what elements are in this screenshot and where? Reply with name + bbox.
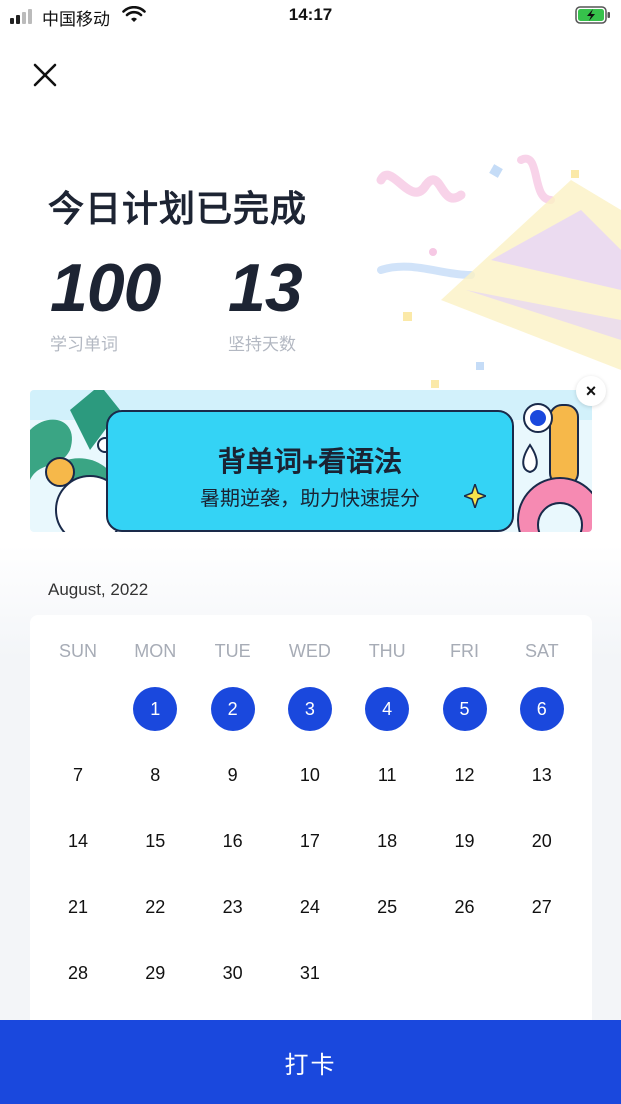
banner-subtitle: 暑期逆袭，助力快速提分 <box>200 488 420 510</box>
close-icon: × <box>585 381 597 401</box>
weekday-label-mon: MON <box>134 641 177 661</box>
weekday-label-tue: TUE <box>214 641 251 661</box>
calendar-day[interactable]: 30 <box>211 951 255 995</box>
banner-title: 背单词+看语法 <box>217 446 403 477</box>
calendar-day[interactable]: 9 <box>211 753 255 797</box>
calendar-day-checked[interactable]: 5 <box>442 687 487 731</box>
weekday-label-sat: SAT <box>524 641 559 661</box>
calendar-day[interactable]: 21 <box>56 885 100 929</box>
calendar-day[interactable]: 17 <box>288 819 332 863</box>
calendar-day[interactable]: 31 <box>288 951 332 995</box>
calendar-day[interactable]: 12 <box>443 753 487 797</box>
calendar-month-label: August, 2022 <box>48 580 149 599</box>
calendar-day[interactable]: 22 <box>133 885 177 929</box>
calendar-day[interactable]: 18 <box>365 819 409 863</box>
status-bar: 中国移动 14:17 <box>0 0 621 32</box>
banner-close-button[interactable]: × <box>576 376 606 406</box>
weekday-label-thu: THU <box>368 641 406 661</box>
banner-card: 背单词+看语法 暑期逆袭，助力快速提分 <box>106 410 514 532</box>
checkin-button[interactable]: 打卡 <box>0 1020 621 1104</box>
weekday-label-fri: FRI <box>450 641 479 661</box>
calendar-day[interactable]: 14 <box>56 819 100 863</box>
calendar-day[interactable]: 10 <box>288 753 332 797</box>
celebration-illustration <box>376 154 621 388</box>
calendar-day[interactable]: 13 <box>520 753 564 797</box>
calendar-day-checked[interactable]: 4 <box>365 687 410 731</box>
calendar-day[interactable]: 11 <box>365 753 409 797</box>
calendar-day[interactable]: 28 <box>56 951 100 995</box>
calendar-day[interactable]: 7 <box>56 753 100 797</box>
page-title: 今日计划已完成 <box>48 188 308 229</box>
stat-days-label: 坚持天数 <box>228 335 296 354</box>
calendar-day-checked[interactable]: 3 <box>287 687 332 731</box>
calendar-day[interactable]: 8 <box>133 753 177 797</box>
calendar-day[interactable]: 26 <box>443 885 487 929</box>
calendar-day[interactable]: 16 <box>211 819 255 863</box>
weekday-label-wed: WED <box>288 641 331 661</box>
calendar-day-checked[interactable]: 1 <box>133 687 178 731</box>
sparkle-icon <box>464 484 486 508</box>
calendar-day[interactable]: 27 <box>520 885 564 929</box>
close-icon <box>33 63 57 87</box>
calendar-day[interactable]: 15 <box>133 819 177 863</box>
calendar-day[interactable]: 25 <box>365 885 409 929</box>
calendar-day-checked[interactable]: 6 <box>519 687 564 731</box>
calendar-day[interactable]: 19 <box>443 819 487 863</box>
weekday-label-sun: SUN <box>58 641 97 661</box>
weekday-header: SUN MON TUE WED THU FRI SAT <box>30 641 592 665</box>
calendar-day[interactable]: 24 <box>288 885 332 929</box>
battery-charging-icon <box>575 6 610 24</box>
calendar-day[interactable]: 29 <box>133 951 177 995</box>
close-button[interactable] <box>28 58 62 92</box>
calendar-day[interactable]: 23 <box>211 885 255 929</box>
stat-words-learned: 100 学习单词 <box>50 250 161 355</box>
status-time: 14:17 <box>288 5 333 24</box>
stat-words-label: 学习单词 <box>50 335 118 354</box>
calendar-day[interactable]: 20 <box>520 819 564 863</box>
calendar-grid: SUN MON TUE WED THU FRI SAT 1 2 3 4 5 6 7 8 9 10 11 12 13 1… <box>30 615 592 1035</box>
promo-banner[interactable]: 背单词+看语法 暑期逆袭，助力快速提分 <box>30 390 592 532</box>
stat-days-value: 13 <box>228 250 303 326</box>
calendar-day-checked[interactable]: 2 <box>210 687 255 731</box>
stat-words-value: 100 <box>50 250 161 326</box>
stat-streak-days: 13 坚持天数 <box>228 250 303 355</box>
